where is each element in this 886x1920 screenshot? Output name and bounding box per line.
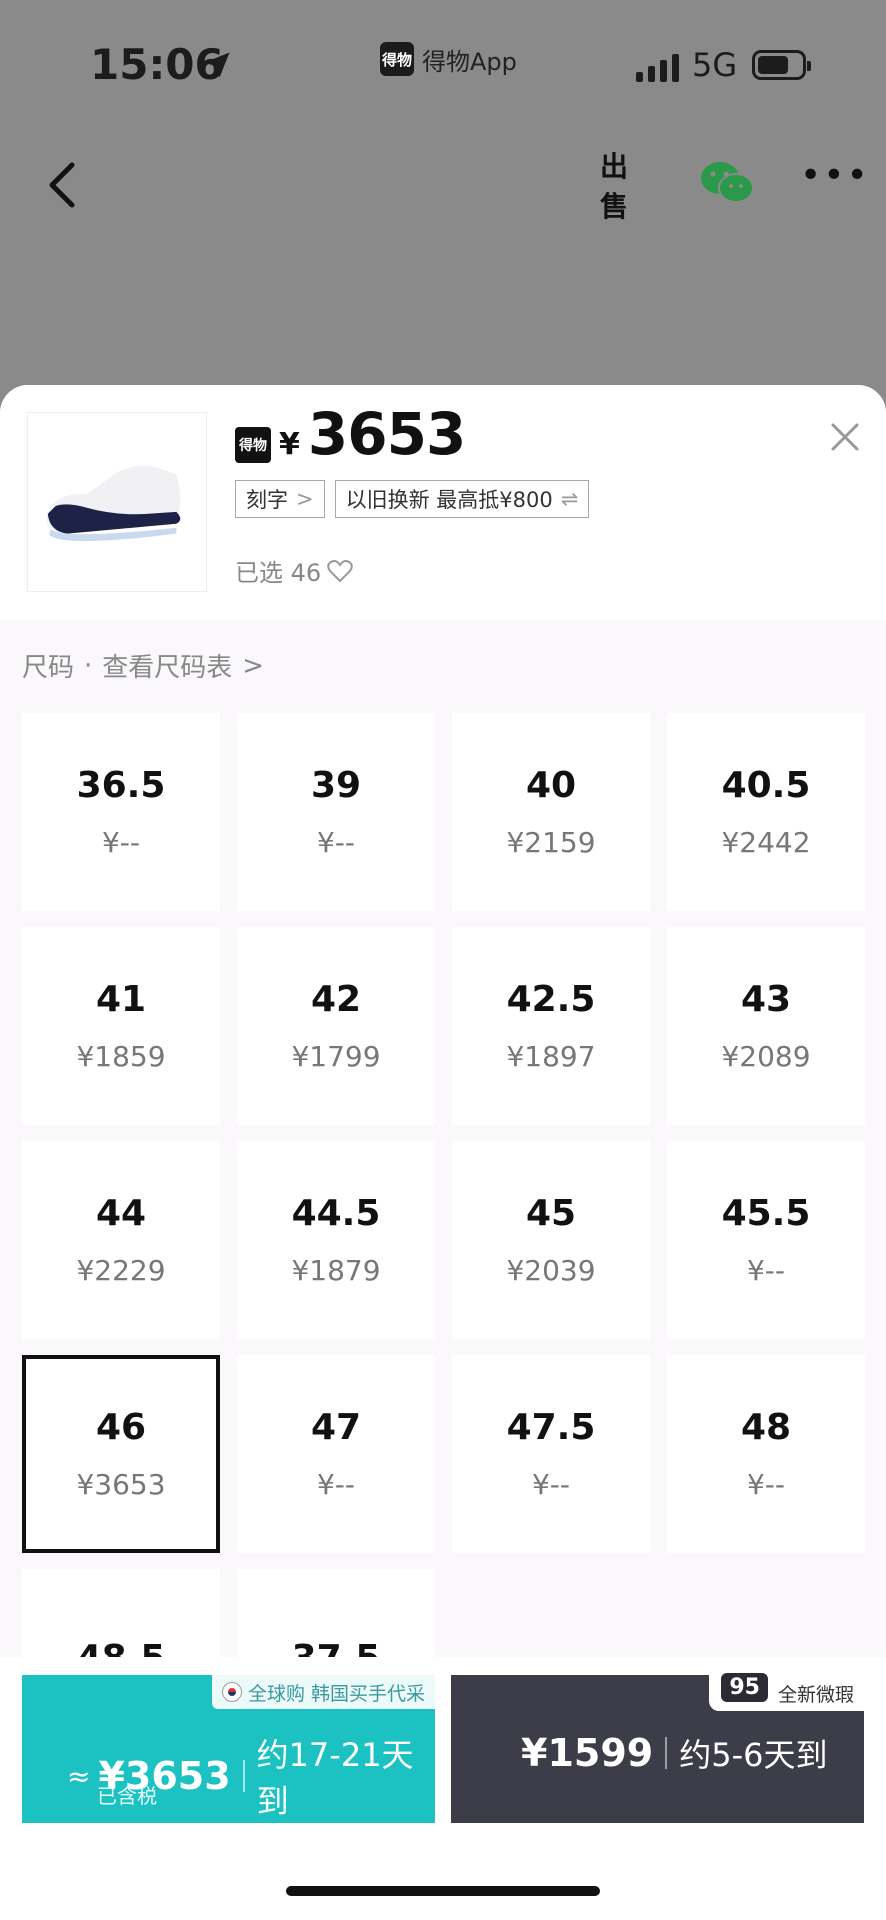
size-price: ¥2039 [506, 1254, 596, 1287]
size-option[interactable]: 42.5 ¥1897 [452, 927, 650, 1125]
size-price: ¥-- [746, 1468, 786, 1501]
product-summary: 得物 ¥ 3653 刻字 > 以旧换新 最高抵¥800 ⇌ 已选 46 [0, 385, 886, 620]
size-value: 44.5 [291, 1193, 381, 1234]
size-price: ¥-- [316, 1468, 356, 1501]
size-option[interactable]: 44.5 ¥1879 [237, 1141, 435, 1339]
size-value: 42 [310, 979, 362, 1020]
home-indicator[interactable] [286, 1886, 600, 1896]
network-type: 5G [692, 46, 738, 84]
size-price: ¥-- [531, 1468, 571, 1501]
size-option[interactable]: 45.5 ¥-- [667, 1141, 865, 1339]
product-price: 3653 [307, 400, 466, 468]
size-value: 47 [310, 1407, 362, 1448]
size-option[interactable]: 43 ¥2089 [667, 927, 865, 1125]
price-row: 得物 ¥ 3653 [235, 400, 466, 468]
engraving-tag[interactable]: 刻字 > [235, 480, 325, 518]
sell-icon[interactable]: 出售 [600, 150, 650, 223]
tax-included-note: 已含税 [97, 1784, 157, 1808]
size-value: 41 [95, 979, 147, 1020]
size-price: ¥1897 [506, 1040, 596, 1073]
size-price: ¥2229 [76, 1254, 166, 1287]
chevron-right-icon: > [242, 650, 265, 681]
currency-symbol: ¥ [279, 427, 300, 462]
size-value: 40 [525, 765, 577, 806]
product-thumbnail [27, 412, 207, 592]
wechat-share-icon[interactable] [698, 158, 756, 208]
dewu-logo-icon: 得物 [380, 42, 414, 76]
back-to-app-indicator[interactable]: 得物 得物App [380, 42, 517, 76]
size-value: 45 [525, 1193, 577, 1234]
size-option[interactable]: 39 ¥-- [237, 713, 435, 911]
size-option[interactable]: 41 ¥1859 [22, 927, 220, 1125]
size-price: ¥1859 [76, 1040, 166, 1073]
global-buy-button[interactable]: 全球购 韩国买手代采 ≈ ¥3653 约17-21天到 已含税 [22, 1675, 435, 1823]
refurb-delivery-time: 约5-6天到 [679, 1736, 828, 1774]
size-value: 40.5 [721, 765, 811, 806]
size-value: 48 [740, 1407, 792, 1448]
size-price: ¥-- [316, 826, 356, 859]
size-price: ¥2159 [506, 826, 596, 859]
korea-flag-icon [221, 1682, 242, 1702]
status-bar: 15:06 得物 得物App 5G [0, 0, 886, 130]
signal-icon [636, 52, 679, 82]
service-tags: 刻字 > 以旧换新 最高抵¥800 ⇌ [235, 480, 590, 518]
exchange-icon: ⇌ [560, 487, 579, 511]
chevron-right-icon: > [296, 487, 314, 511]
close-icon[interactable] [828, 420, 862, 454]
size-value: 47.5 [506, 1407, 596, 1448]
buy-options-bar: 全球购 韩国买手代采 ≈ ¥3653 约17-21天到 已含税 95 全新微瑕 … [0, 1657, 886, 1920]
size-option[interactable]: 44 ¥2229 [22, 1141, 220, 1339]
size-option[interactable]: 47.5 ¥-- [452, 1355, 650, 1553]
refurb-price: ¥1599 [521, 1731, 654, 1775]
size-selection-sheet: 得物 ¥ 3653 刻字 > 以旧换新 最高抵¥800 ⇌ 已选 46 尺码 ·… [0, 385, 886, 1920]
size-price: ¥1879 [291, 1254, 381, 1287]
size-option[interactable]: 42 ¥1799 [237, 927, 435, 1125]
grade-95-icon: 95 [721, 1672, 768, 1702]
selected-size-label: 已选 46 [235, 553, 353, 588]
heart-icon[interactable] [327, 559, 353, 583]
size-value: 42.5 [506, 979, 596, 1020]
size-chart-link[interactable]: 查看尺码表 [102, 647, 232, 684]
size-price: ¥3653 [76, 1468, 166, 1501]
size-value: 36.5 [76, 765, 166, 806]
global-delivery-time: 约17-21天到 [256, 1736, 414, 1820]
size-option[interactable]: 47 ¥-- [237, 1355, 435, 1553]
size-grid: 36.5 ¥-- 39 ¥-- 40 ¥2159 40.5 ¥2442 41 ¥1859 42 ¥17… [22, 713, 865, 1767]
size-section-header: 尺码 · 查看尺码表 > [22, 647, 264, 684]
size-price: ¥1799 [291, 1040, 381, 1073]
size-option[interactable]: 36.5 ¥-- [22, 713, 220, 911]
global-buy-badge: 全球购 韩国买手代采 [211, 1675, 435, 1709]
size-value: 44 [95, 1193, 147, 1234]
refurb-buy-button[interactable]: 95 全新微瑕 ¥1599 约5-6天到 [451, 1672, 864, 1823]
battery-icon [752, 50, 811, 80]
back-chevron-icon[interactable] [40, 155, 90, 215]
size-option[interactable]: 40.5 ¥2442 [667, 713, 865, 911]
dewu-logo-icon: 得物 [235, 427, 271, 463]
location-arrow-icon [204, 52, 230, 78]
size-value: 45.5 [721, 1193, 811, 1234]
trade-in-tag[interactable]: 以旧换新 最高抵¥800 ⇌ [334, 480, 590, 518]
more-icon[interactable]: ••• [800, 155, 870, 196]
app-name: 得物App [422, 47, 517, 76]
size-value: 46 [95, 1407, 147, 1448]
size-option[interactable]: 45 ¥2039 [452, 1141, 650, 1339]
size-value: 39 [310, 765, 362, 806]
size-value: 43 [740, 979, 792, 1020]
size-price: ¥2089 [721, 1040, 811, 1073]
size-price: ¥-- [746, 1254, 786, 1287]
size-price: ¥2442 [721, 826, 811, 859]
size-option[interactable]: 48 ¥-- [667, 1355, 865, 1553]
condition-badge: 95 全新微瑕 [709, 1672, 864, 1711]
size-option[interactable]: 40 ¥2159 [452, 713, 650, 911]
size-price: ¥-- [101, 826, 141, 859]
size-option[interactable]: 46 ¥3653 [22, 1355, 220, 1553]
